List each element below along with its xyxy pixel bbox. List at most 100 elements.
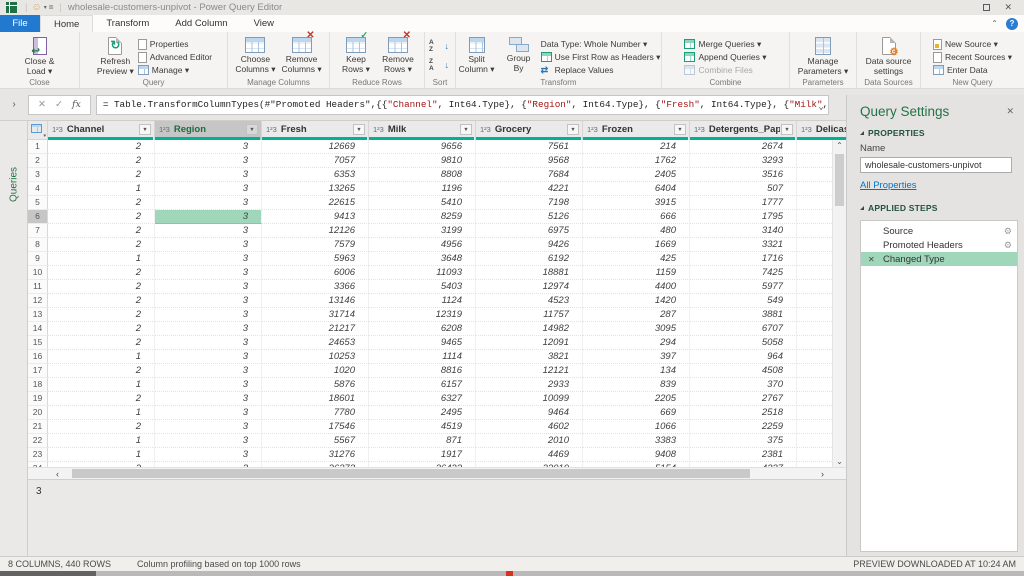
cell[interactable]: 1124 — [369, 294, 476, 308]
data-source-settings-button[interactable]: ⚙ Data source settings — [864, 35, 914, 77]
cell[interactable]: 17546 — [262, 420, 369, 434]
row-number[interactable]: 19 — [28, 392, 48, 406]
cell[interactable]: 294 — [583, 336, 690, 350]
row-number[interactable]: 12 — [28, 294, 48, 308]
cell[interactable]: 1716 — [690, 252, 797, 266]
row-number[interactable]: 16 — [28, 350, 48, 364]
horizontal-scrollbar-thumb[interactable] — [72, 469, 750, 478]
cell[interactable]: 10253 — [262, 350, 369, 364]
scroll-left-icon[interactable]: ‹ — [56, 468, 59, 479]
row-number[interactable]: 22 — [28, 434, 48, 448]
cell[interactable]: 9465 — [369, 336, 476, 350]
cell[interactable]: 2 — [48, 322, 155, 336]
cell[interactable]: 1 — [48, 252, 155, 266]
cell[interactable]: 3 — [155, 238, 262, 252]
cell[interactable]: 10099 — [476, 392, 583, 406]
cell[interactable]: 3 — [155, 266, 262, 280]
cell[interactable]: 3 — [155, 196, 262, 210]
cell[interactable]: 9464 — [476, 406, 583, 420]
cell[interactable]: 8259 — [369, 210, 476, 224]
cell[interactable]: 3 — [155, 364, 262, 378]
filter-dropdown-icon[interactable]: ▼ — [353, 124, 365, 135]
cell[interactable]: 2 — [48, 168, 155, 182]
column-header-grocery[interactable]: 1²3Grocery▼ — [476, 121, 583, 140]
whole-number-type-icon[interactable]: 1²3 — [159, 125, 170, 134]
cell[interactable]: 6327 — [369, 392, 476, 406]
vertical-scrollbar[interactable]: ⌃ ⌄ — [832, 140, 846, 467]
cell[interactable]: 5963 — [262, 252, 369, 266]
cell[interactable]: 1669 — [583, 238, 690, 252]
row-number[interactable]: 10 — [28, 266, 48, 280]
cell[interactable]: 1420 — [583, 294, 690, 308]
append-queries-button[interactable]: Append Queries ▾ — [684, 51, 766, 63]
cell[interactable]: 4956 — [369, 238, 476, 252]
use-first-row-as-headers-button[interactable]: Use First Row as Headers ▾ — [541, 51, 661, 63]
choose-columns-button[interactable]: Choose Columns ▾ — [233, 35, 277, 75]
manage-button[interactable]: Manage ▾ — [138, 64, 212, 76]
cell[interactable]: 3 — [155, 336, 262, 350]
cell[interactable]: 2405 — [583, 168, 690, 182]
sort-descending-button[interactable]: ZA↓ — [429, 59, 451, 74]
feedback-smiley-icon[interactable]: ☺ — [31, 3, 41, 13]
cell[interactable]: 9568 — [476, 154, 583, 168]
row-number[interactable]: 7 — [28, 224, 48, 238]
row-number[interactable]: 6 — [28, 210, 48, 224]
cell[interactable]: 3 — [155, 378, 262, 392]
cell[interactable]: 375 — [690, 434, 797, 448]
close-panel-icon[interactable]: ✕ — [1006, 106, 1017, 117]
cell[interactable]: 1 — [48, 434, 155, 448]
cell[interactable]: 5567 — [262, 434, 369, 448]
cell[interactable]: 3 — [155, 322, 262, 336]
row-number[interactable]: 23 — [28, 448, 48, 462]
cell[interactable]: 9408 — [583, 448, 690, 462]
column-header-frozen[interactable]: 1²3Frozen▼ — [583, 121, 690, 140]
merge-queries-button[interactable]: Merge Queries ▾ — [684, 38, 766, 50]
whole-number-type-icon[interactable]: 1²3 — [266, 125, 277, 134]
cell[interactable]: 1 — [48, 182, 155, 196]
cell[interactable]: 3 — [155, 182, 262, 196]
gear-icon[interactable]: ⚙ — [1004, 224, 1012, 238]
cell[interactable]: 871 — [369, 434, 476, 448]
cancel-formula-icon[interactable]: ✕ — [38, 99, 46, 110]
cell[interactable]: 3 — [155, 420, 262, 434]
cell[interactable]: 4519 — [369, 420, 476, 434]
cell[interactable]: 3321 — [690, 238, 797, 252]
cell[interactable]: 7780 — [262, 406, 369, 420]
column-header-region[interactable]: 1²3Region▼ — [155, 121, 262, 140]
cell[interactable]: 3 — [155, 252, 262, 266]
cell[interactable]: 4469 — [476, 448, 583, 462]
cell[interactable]: 2518 — [690, 406, 797, 420]
enter-data-button[interactable]: Enter Data — [933, 64, 1012, 76]
formula-input[interactable]: = Table.TransformColumnTypes(#"Promoted … — [96, 95, 829, 115]
group-by-button[interactable]: Group By — [499, 35, 539, 74]
tab-home[interactable]: Home — [40, 15, 93, 32]
cell[interactable]: 2 — [48, 238, 155, 252]
cell[interactable]: 13265 — [262, 182, 369, 196]
cell[interactable]: 1196 — [369, 182, 476, 196]
recent-sources-button[interactable]: Recent Sources ▾ — [933, 51, 1012, 63]
cell[interactable]: 3 — [155, 154, 262, 168]
whole-number-type-icon[interactable]: 1²3 — [373, 125, 384, 134]
cell[interactable]: 669 — [583, 406, 690, 420]
cell[interactable]: 1 — [48, 378, 155, 392]
whole-number-type-icon[interactable]: 1²3 — [801, 125, 812, 134]
filter-dropdown-icon[interactable]: ▼ — [781, 124, 793, 135]
cell[interactable]: 1795 — [690, 210, 797, 224]
cell[interactable]: 21217 — [262, 322, 369, 336]
cell[interactable]: 11757 — [476, 308, 583, 322]
cell[interactable]: 1114 — [369, 350, 476, 364]
refresh-preview-button[interactable]: ↻ Refresh Preview ▾ — [95, 35, 136, 77]
cell[interactable]: 14982 — [476, 322, 583, 336]
restore-window-icon[interactable] — [983, 4, 990, 11]
cell[interactable]: 12974 — [476, 280, 583, 294]
column-header-delicassen[interactable]: 1²3Delicassen▼ — [797, 121, 846, 140]
cell[interactable]: 3881 — [690, 308, 797, 322]
column-header-detergents_paper[interactable]: 1²3Detergents_Paper▼ — [690, 121, 797, 140]
cell[interactable]: 2 — [48, 336, 155, 350]
cell[interactable]: 2259 — [690, 420, 797, 434]
row-number[interactable]: 9 — [28, 252, 48, 266]
cell[interactable]: 2381 — [690, 448, 797, 462]
tab-file[interactable]: File — [0, 15, 40, 32]
video-scrubber-bar[interactable] — [0, 571, 1024, 576]
cell[interactable]: 2010 — [476, 434, 583, 448]
